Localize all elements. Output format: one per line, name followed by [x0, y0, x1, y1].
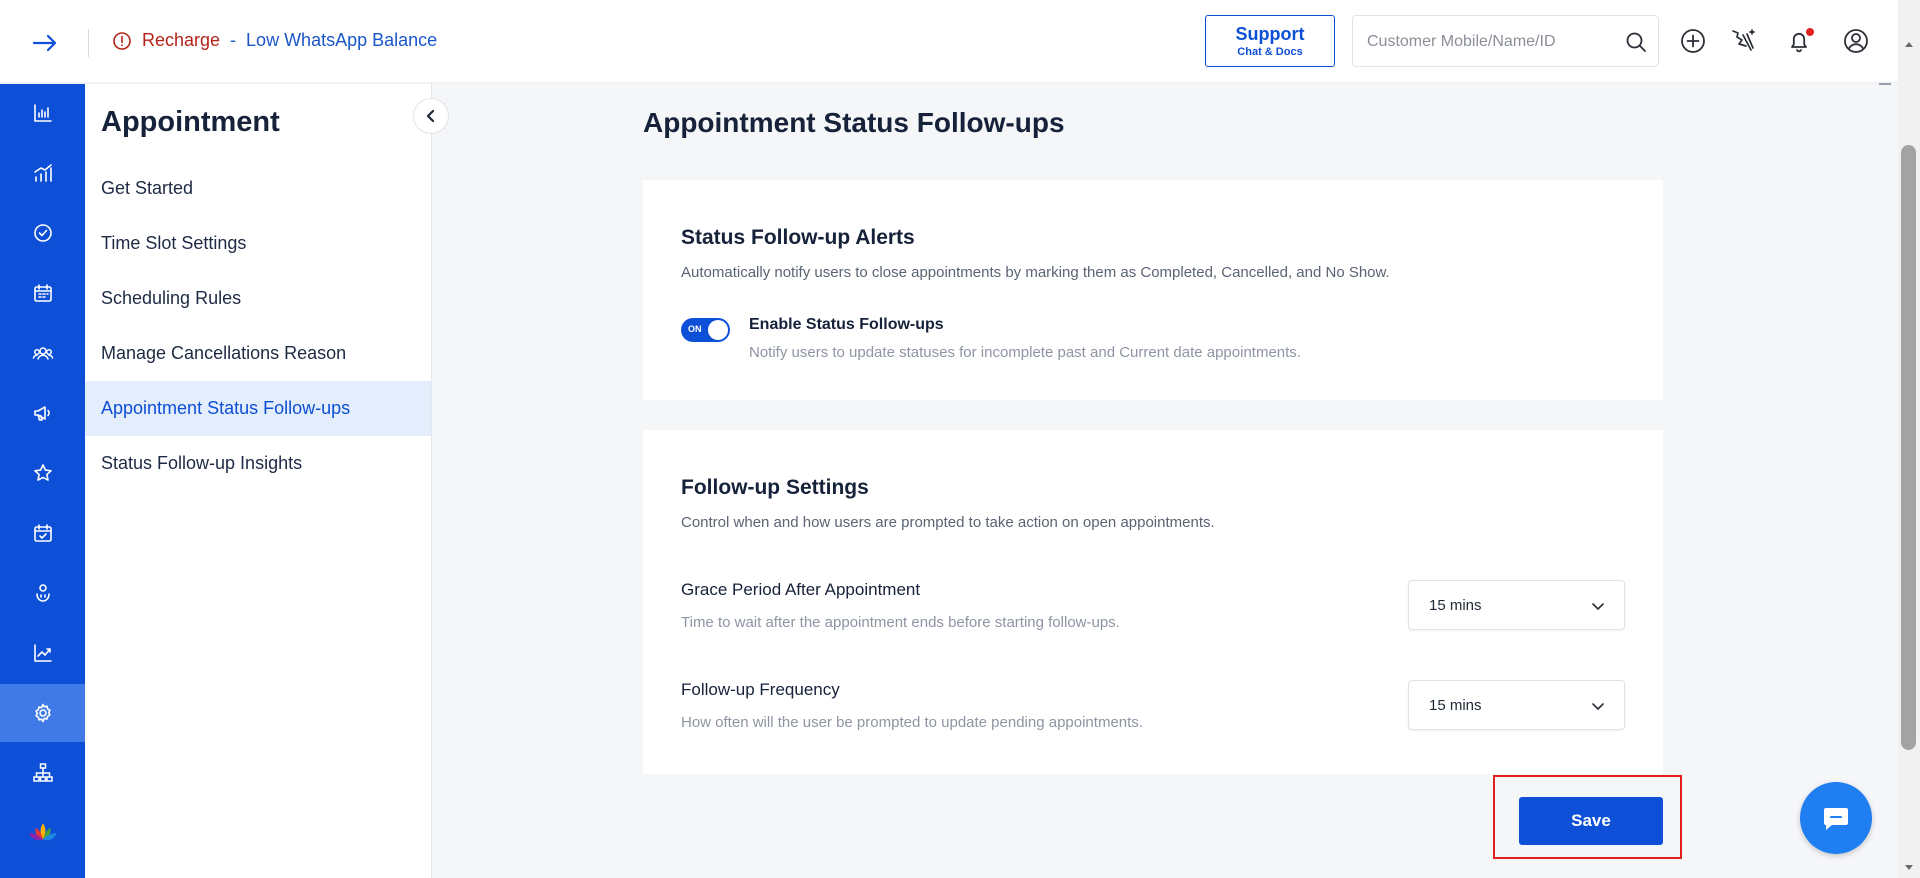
- nav-customers[interactable]: [0, 324, 85, 382]
- calendar-icon: [33, 284, 52, 302]
- left-icon-nav: [0, 84, 85, 878]
- sidebar-item-follow-up-insights[interactable]: Status Follow-up Insights: [85, 436, 431, 491]
- top-bar: Recharge - Low WhatsApp Balance Support …: [0, 0, 1898, 83]
- org-chart-icon: [32, 763, 53, 782]
- updates-sparkle-icon[interactable]: [1729, 26, 1759, 56]
- grace-period-value: 15 mins: [1429, 596, 1482, 614]
- scroll-up-arrow-icon[interactable]: [1903, 38, 1915, 50]
- alerts-card-description: Automatically notify users to close appo…: [681, 264, 1390, 281]
- scrollbar-thumb[interactable]: [1901, 145, 1916, 750]
- scroll-down-arrow-icon[interactable]: [1903, 862, 1915, 874]
- follow-up-settings-card: Follow-up Settings Control when and how …: [643, 430, 1663, 774]
- recharge-separator: -: [230, 30, 237, 50]
- topbar-divider: [88, 29, 89, 57]
- toggle-description: Notify users to update statuses for inco…: [749, 344, 1301, 361]
- support-button[interactable]: Support Chat & Docs: [1205, 15, 1335, 67]
- calendar-check-icon: [33, 524, 52, 542]
- gear-icon: [34, 703, 51, 723]
- sidebar-item-scheduling-rules[interactable]: Scheduling Rules: [85, 271, 431, 326]
- settings-card-title: Follow-up Settings: [681, 476, 869, 499]
- nav-settings[interactable]: [0, 684, 85, 742]
- search-icon[interactable]: [1624, 30, 1648, 54]
- customer-search: [1352, 15, 1659, 67]
- star-icon: [33, 464, 52, 481]
- collapse-sidebar-button[interactable]: [413, 98, 449, 134]
- chevron-down-icon: [1592, 603, 1604, 610]
- nav-reports[interactable]: [0, 624, 85, 682]
- settings-card-description: Control when and how users are prompted …: [681, 514, 1215, 531]
- chat-bubble-icon: [1824, 808, 1848, 830]
- page-title: Appointment Status Follow-ups: [643, 107, 1065, 138]
- alerts-card-title: Status Follow-up Alerts: [681, 226, 915, 249]
- nav-payments[interactable]: [0, 564, 85, 622]
- lotus-logo-icon: [28, 823, 57, 841]
- grace-period-select[interactable]: 15 mins: [1408, 580, 1625, 630]
- growth-chart-icon: [33, 164, 52, 182]
- toggle-title: Enable Status Follow-ups: [749, 316, 944, 333]
- check-circle-icon: [33, 224, 52, 242]
- nav-campaigns[interactable]: [0, 384, 85, 442]
- sidebar-item-cancellation-reasons[interactable]: Manage Cancellations Reason: [85, 326, 431, 381]
- grace-period-label: Grace Period After Appointment: [681, 580, 921, 599]
- nav-organization[interactable]: [0, 744, 85, 802]
- bar-chart-icon: [33, 104, 52, 122]
- user-profile-icon[interactable]: [1841, 26, 1871, 56]
- nav-growth[interactable]: [0, 144, 85, 202]
- recharge-text: Recharge: [142, 30, 221, 50]
- follow-up-frequency-label: Follow-up Frequency: [681, 680, 840, 699]
- chevron-left-icon: [426, 109, 435, 123]
- low-balance-link[interactable]: Low WhatsApp Balance: [246, 30, 437, 51]
- sidebar-title: Appointment: [101, 106, 280, 138]
- toggle-state-label: ON: [688, 324, 702, 334]
- toggle-knob: [708, 320, 728, 340]
- follow-up-frequency-description: How often will the user be prompted to u…: [681, 714, 1143, 731]
- megaphone-icon: [33, 406, 50, 421]
- nav-calendar[interactable]: [0, 264, 85, 322]
- save-button[interactable]: Save: [1519, 797, 1663, 845]
- recharge-alert[interactable]: Recharge - Low WhatsApp Balance: [112, 30, 437, 51]
- support-label: Support: [1235, 23, 1305, 44]
- grace-period-description: Time to wait after the appointment ends …: [681, 614, 1120, 631]
- chevron-down-icon: [1592, 703, 1604, 710]
- sidebar-item-status-follow-ups[interactable]: Appointment Status Follow-ups: [85, 381, 431, 436]
- scroll-indicator-tick: [1879, 83, 1891, 85]
- notification-badge: [1806, 28, 1814, 36]
- expand-menu-arrow-icon[interactable]: [30, 28, 60, 58]
- hand-coin-icon: [35, 584, 50, 602]
- support-sublabel: Chat & Docs: [1237, 45, 1303, 58]
- page-scrollbar[interactable]: [1898, 0, 1920, 878]
- nav-appointments[interactable]: [0, 504, 85, 562]
- nav-brand-logo[interactable]: [0, 804, 85, 862]
- add-icon[interactable]: [1678, 26, 1708, 56]
- group-icon: [32, 347, 53, 360]
- follow-up-frequency-value: 15 mins: [1429, 696, 1482, 714]
- enable-status-follow-ups-toggle[interactable]: ON: [681, 318, 730, 342]
- sidebar-item-get-started[interactable]: Get Started: [85, 161, 431, 216]
- customer-search-input[interactable]: [1367, 30, 1607, 54]
- status-follow-up-alerts-card: Status Follow-up Alerts Automatically no…: [643, 180, 1663, 400]
- follow-up-frequency-select[interactable]: 15 mins: [1408, 680, 1625, 730]
- trend-icon: [33, 644, 52, 662]
- chat-support-button[interactable]: [1800, 782, 1872, 854]
- sidebar-item-time-slot-settings[interactable]: Time Slot Settings: [85, 216, 431, 271]
- nav-dashboard[interactable]: [0, 84, 85, 142]
- warning-icon: [113, 31, 131, 50]
- nav-tasks[interactable]: [0, 204, 85, 262]
- nav-reviews[interactable]: [0, 444, 85, 502]
- appointment-settings-sidebar: Appointment Get Started Time Slot Settin…: [85, 84, 432, 878]
